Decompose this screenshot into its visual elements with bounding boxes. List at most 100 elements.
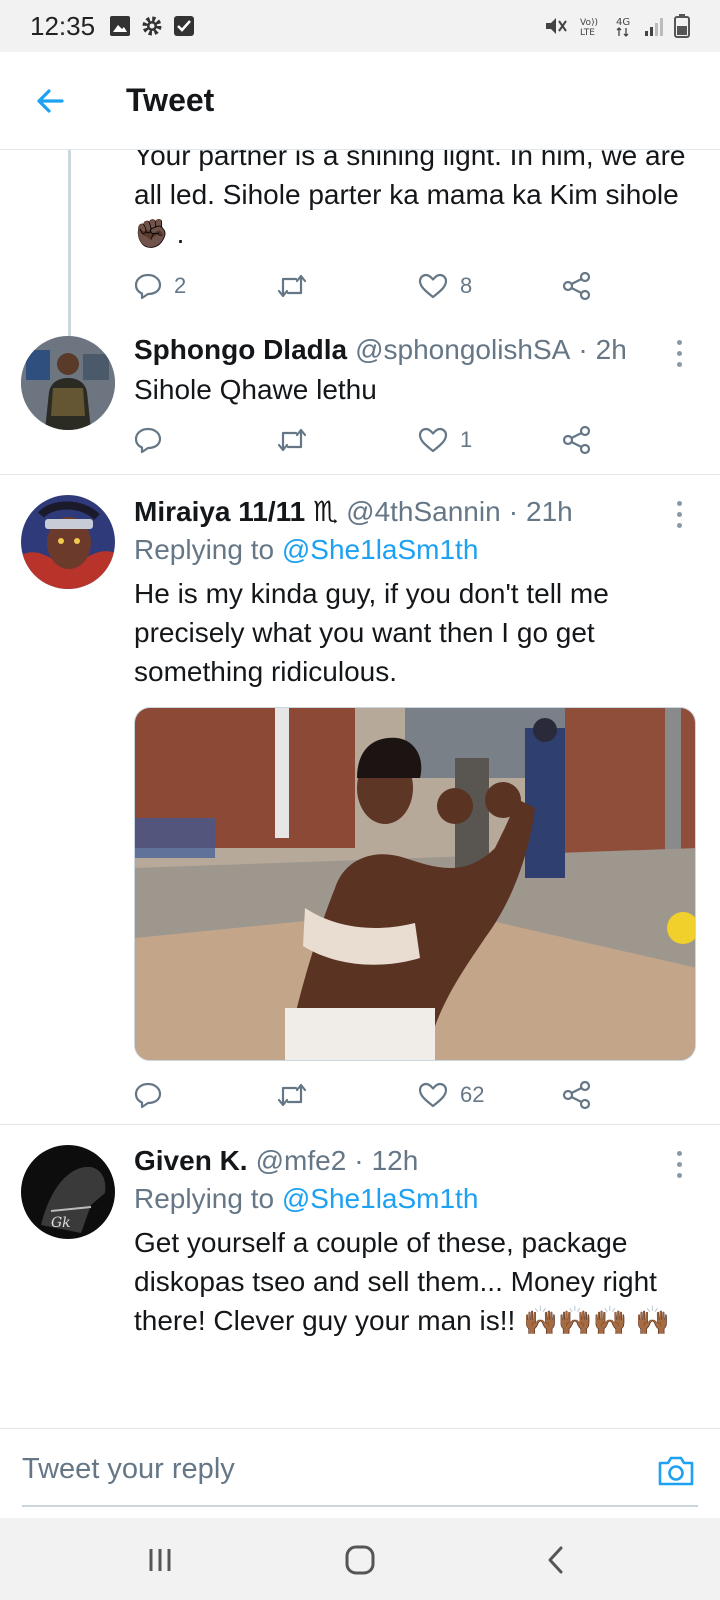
tweet[interactable]: Your partner is a shining light. In him,… bbox=[0, 150, 720, 316]
tweet-text: He is my kinda guy, if you don't tell me… bbox=[134, 578, 609, 687]
like-count: 1 bbox=[460, 427, 473, 452]
svg-text:LTE: LTE bbox=[580, 28, 595, 37]
user-handle[interactable]: @mfe2 bbox=[256, 1145, 347, 1177]
replying-to-label: Replying to bbox=[134, 1183, 275, 1214]
retweet-button[interactable] bbox=[276, 272, 320, 300]
tweet-actions: 2 8 bbox=[134, 266, 614, 306]
tweet-header: Miraiya 11/11 ♏ @4thSannin · 21h bbox=[134, 495, 696, 528]
tweet-feed[interactable]: Your partner is a shining light. In him,… bbox=[0, 150, 720, 1430]
home-icon bbox=[345, 1545, 375, 1575]
avatar[interactable] bbox=[21, 336, 115, 430]
system-navigation-bar bbox=[0, 1518, 720, 1600]
page-title: Tweet bbox=[126, 82, 215, 118]
recent-apps-button[interactable] bbox=[140, 1540, 180, 1580]
gallery-icon bbox=[110, 16, 131, 36]
tweet-time: 12h bbox=[371, 1145, 419, 1176]
user-handle[interactable]: @sphongolishSA bbox=[355, 334, 570, 366]
more-icon bbox=[676, 1151, 682, 1156]
back-nav-button[interactable] bbox=[536, 1540, 576, 1580]
recent-apps-icon bbox=[149, 1549, 171, 1571]
replying-to: Replying to @She1laSm1th bbox=[134, 534, 696, 566]
more-options-button[interactable] bbox=[674, 340, 684, 367]
share-button[interactable] bbox=[562, 425, 592, 455]
like-button[interactable]: 62 bbox=[418, 1081, 484, 1109]
more-options-button[interactable] bbox=[674, 1151, 684, 1178]
back-button[interactable] bbox=[0, 52, 100, 150]
like-count: 62 bbox=[460, 1082, 485, 1107]
tweet-actions: 62 bbox=[134, 1075, 614, 1115]
photo bbox=[135, 708, 695, 1060]
camera-icon bbox=[658, 1456, 694, 1486]
status-time: 12:35 bbox=[30, 10, 96, 41]
camera-button[interactable] bbox=[656, 1451, 696, 1491]
reply-input-underline bbox=[22, 1505, 698, 1507]
settings-icon bbox=[142, 16, 162, 36]
retweet-icon bbox=[277, 428, 307, 452]
tweet-text: Get yourself a couple of these, package … bbox=[134, 1227, 671, 1336]
reply-input[interactable]: Tweet your reply bbox=[22, 1453, 235, 1486]
like-icon bbox=[418, 273, 448, 299]
status-notification-icons bbox=[109, 15, 195, 37]
tweet[interactable]: Gk Given K. @mfe2 · 12h Replying to @She… bbox=[0, 1125, 720, 1425]
tweet[interactable]: Miraiya 11/11 ♏ @4thSannin · 21h Replyin… bbox=[0, 475, 720, 1125]
top-app-bar: Tweet bbox=[0, 52, 720, 150]
retweet-button[interactable] bbox=[276, 1081, 320, 1109]
tweet-text: Sihole Qhawe lethu bbox=[134, 374, 377, 405]
reply-icon bbox=[134, 273, 162, 300]
tweet-actions: 1 bbox=[134, 420, 614, 460]
user-handle[interactable]: @4thSannin bbox=[346, 496, 501, 528]
retweet-button[interactable] bbox=[276, 426, 320, 454]
back-arrow-icon bbox=[37, 88, 64, 113]
reply-count: 2 bbox=[174, 273, 187, 298]
like-icon bbox=[418, 1082, 448, 1108]
tweet-header: Sphongo Dladla @sphongolishSA · 2h bbox=[134, 334, 696, 366]
tweet-header: Given K. @mfe2 · 12h bbox=[134, 1145, 696, 1177]
share-button[interactable] bbox=[562, 271, 592, 301]
share-button[interactable] bbox=[562, 1080, 592, 1110]
avatar[interactable] bbox=[21, 495, 115, 589]
tweet-time: 21h bbox=[526, 496, 573, 527]
signal-icon bbox=[645, 18, 663, 36]
like-icon bbox=[418, 427, 448, 453]
reply-button[interactable] bbox=[134, 426, 174, 454]
status-bar: 12:35 Vo)) LTE 4G bbox=[0, 0, 720, 52]
home-button[interactable] bbox=[340, 1540, 380, 1580]
replying-to: Replying to @She1laSm1th bbox=[134, 1183, 696, 1215]
reply-button[interactable]: 2 bbox=[134, 272, 186, 300]
battery-icon bbox=[674, 14, 690, 38]
svg-text:4G: 4G bbox=[616, 17, 630, 28]
tweet-time: 2h bbox=[595, 334, 627, 365]
tweet[interactable]: Sphongo Dladla @sphongolishSA · 2h Sihol… bbox=[0, 330, 720, 473]
display-name[interactable]: Miraiya 11/11 ♏ bbox=[134, 495, 338, 528]
share-icon bbox=[562, 425, 591, 455]
avatar-image bbox=[21, 495, 115, 589]
svg-text:Vo)): Vo)) bbox=[580, 18, 598, 28]
avatar-image: Gk bbox=[21, 1145, 115, 1239]
share-icon bbox=[562, 271, 591, 301]
replying-to-link[interactable]: @She1laSm1th bbox=[282, 1183, 479, 1214]
replying-to-link[interactable]: @She1laSm1th bbox=[282, 534, 479, 565]
status-system-icons: Vo)) LTE 4G bbox=[544, 14, 690, 38]
reply-button[interactable] bbox=[134, 1081, 174, 1109]
back-nav-icon bbox=[548, 1546, 563, 1574]
retweet-icon bbox=[277, 274, 307, 298]
like-button[interactable]: 1 bbox=[418, 426, 472, 454]
separator-dot: · bbox=[354, 1145, 364, 1176]
tweet-text: Your partner is a shining light. In him,… bbox=[134, 150, 686, 249]
reply-icon bbox=[134, 427, 162, 454]
avatar[interactable]: Gk bbox=[21, 1145, 115, 1239]
avatar-image bbox=[21, 336, 115, 430]
like-count: 8 bbox=[460, 273, 473, 298]
like-button[interactable]: 8 bbox=[418, 272, 472, 300]
more-options-button[interactable] bbox=[674, 501, 684, 528]
reply-composer: Tweet your reply bbox=[0, 1428, 720, 1518]
network-4g-icon: 4G bbox=[616, 17, 630, 37]
display-name[interactable]: Sphongo Dladla bbox=[134, 334, 347, 366]
tweet-media-image[interactable] bbox=[134, 707, 696, 1061]
more-icon bbox=[676, 340, 682, 345]
checkbox-icon bbox=[174, 16, 195, 36]
svg-text:Gk: Gk bbox=[51, 1215, 71, 1231]
mute-icon bbox=[546, 18, 567, 34]
display-name[interactable]: Given K. bbox=[134, 1145, 248, 1177]
share-icon bbox=[562, 1080, 591, 1110]
